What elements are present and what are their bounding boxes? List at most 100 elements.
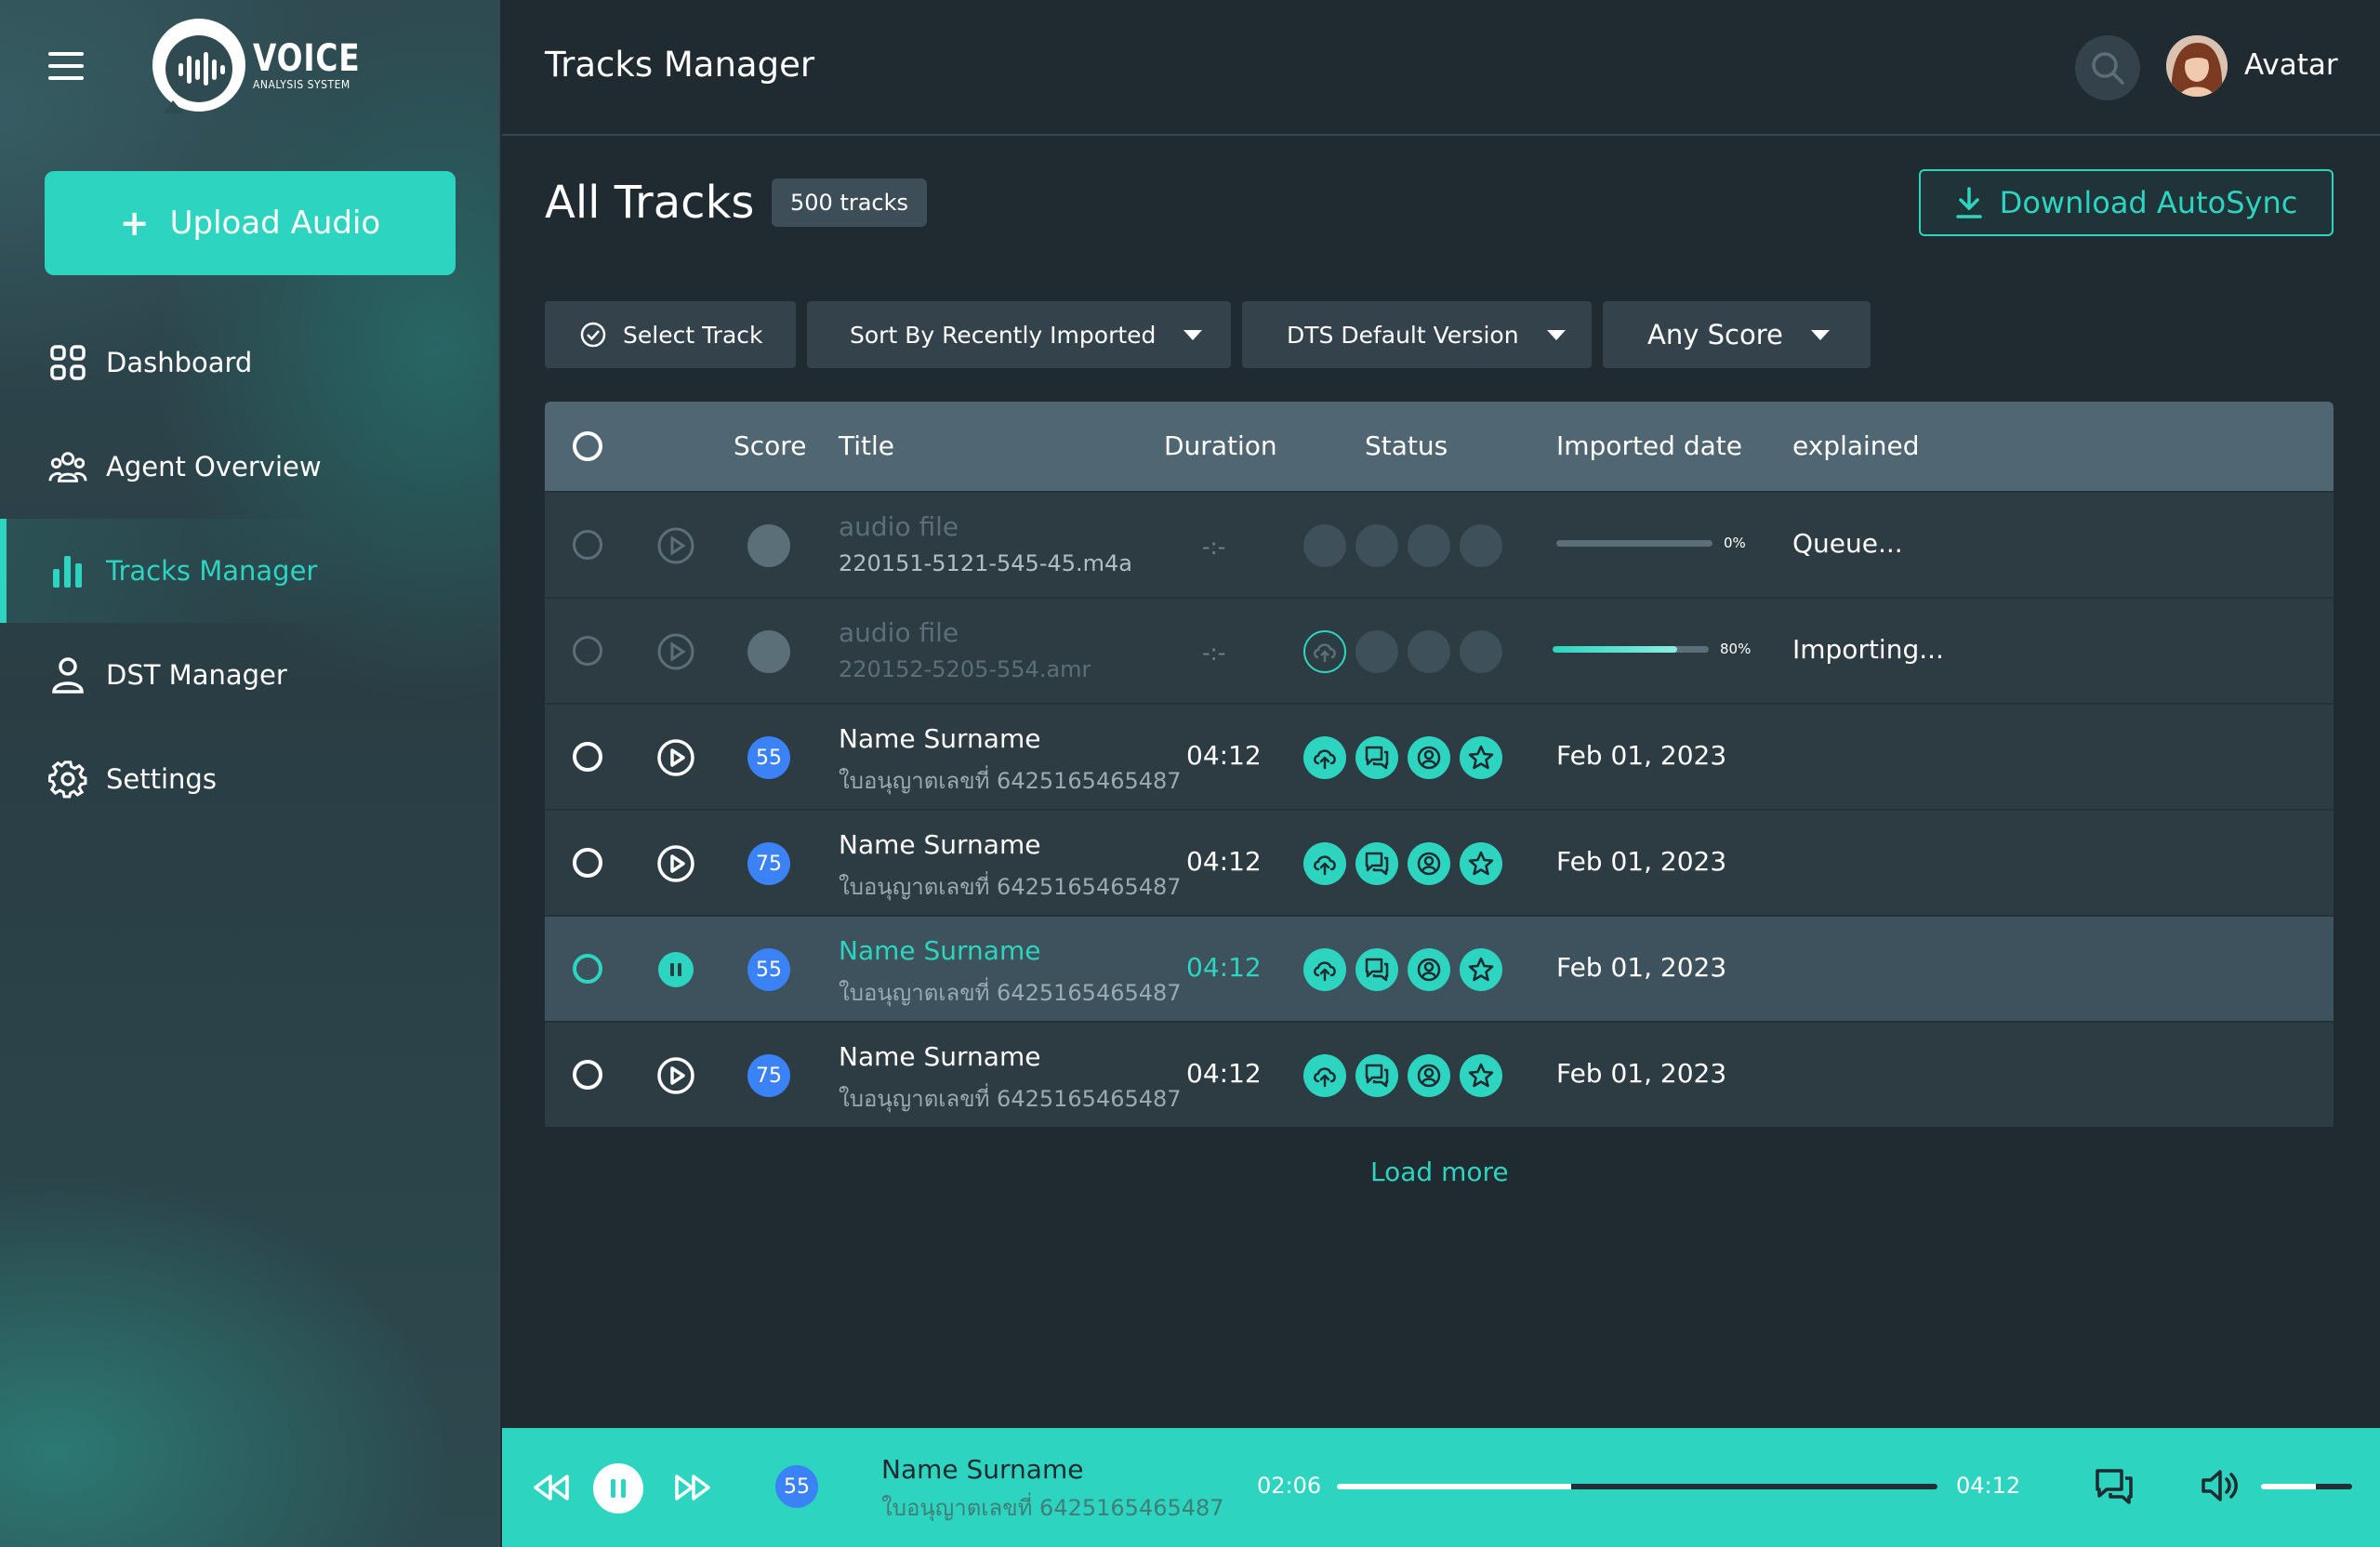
user-icon <box>48 655 87 694</box>
upload-audio-button[interactable]: + Upload Audio <box>45 171 456 275</box>
table-row[interactable]: audio file 220152-5205-554.amr -:- 80% I… <box>545 597 2334 703</box>
version-dropdown[interactable]: DTS Default Version <box>1242 301 1592 368</box>
track-duration: -:- <box>1202 534 1226 560</box>
chat-icon <box>1355 736 1398 779</box>
search-button[interactable] <box>2075 35 2140 100</box>
column-score[interactable]: Score <box>734 402 806 491</box>
table-row[interactable]: 55 Name Surname ใบอนุญาตเลขที่ 642516546… <box>545 703 2334 809</box>
row-select-radio[interactable] <box>573 954 602 984</box>
table-row[interactable]: 75 Name Surname ใบอนุญาตเลขที่ 642516546… <box>545 809 2334 915</box>
select-all-radio[interactable] <box>573 431 602 461</box>
track-duration: 04:12 <box>1186 1058 1262 1089</box>
row-select-radio[interactable] <box>573 742 602 772</box>
imported-date: Feb 01, 2023 <box>1556 740 1727 771</box>
pause-button[interactable] <box>593 1463 643 1514</box>
search-icon <box>2092 52 2124 85</box>
column-status[interactable]: Status <box>1365 402 1448 491</box>
track-duration: 04:12 <box>1186 740 1262 771</box>
player-track-subtitle: ใบอนุญาตเลขที่ 6425165465487 <box>881 1495 1224 1521</box>
score-badge: 55 <box>747 736 790 779</box>
star-icon <box>1460 842 1502 885</box>
play-icon[interactable] <box>656 526 695 565</box>
select-track-button[interactable]: Select Track <box>545 301 796 368</box>
status-icons <box>1303 630 1512 673</box>
chat-icon[interactable] <box>2094 1467 2135 1506</box>
upload-cloud-icon <box>1303 630 1346 673</box>
logo-mark-icon <box>152 19 245 113</box>
track-license: ใบอนุญาตเลขที่ 6425165465487 <box>839 980 1182 1006</box>
star-icon <box>1460 1054 1502 1097</box>
pause-icon[interactable] <box>658 952 694 987</box>
row-select-radio[interactable] <box>573 636 602 666</box>
sidebar-item-agent-overview[interactable]: Agent Overview <box>0 415 500 519</box>
sidebar-item-tracks-manager[interactable]: Tracks Manager <box>0 519 500 623</box>
sidebar-item-label: Settings <box>106 763 217 795</box>
track-duration: -:- <box>1202 640 1226 666</box>
sidebar-item-label: DST Manager <box>106 659 287 691</box>
download-icon <box>1955 187 1982 218</box>
rewind-icon[interactable] <box>532 1471 571 1504</box>
column-explained[interactable]: explained <box>1792 402 1920 491</box>
score-dropdown-label: Any Score <box>1647 319 1783 350</box>
upload-cloud-icon <box>1303 736 1346 779</box>
track-license: ใบอนุญาตเลขที่ 6425165465487 <box>839 1086 1182 1112</box>
volume-slider[interactable] <box>2261 1484 2352 1489</box>
column-title[interactable]: Title <box>839 402 894 491</box>
avatar-name[interactable]: Avatar <box>2244 48 2338 82</box>
avatar[interactable] <box>2166 35 2228 97</box>
status-icons <box>1303 736 1512 779</box>
fast-forward-icon[interactable] <box>673 1471 712 1504</box>
column-duration[interactable]: Duration <box>1164 402 1277 491</box>
menu-icon[interactable] <box>48 52 84 80</box>
table-row[interactable]: audio file 220151-5121-545-45.m4a -:- 0%… <box>545 491 2334 597</box>
agent-icon <box>1408 630 1450 673</box>
chat-icon <box>1355 948 1398 991</box>
row-select-radio[interactable] <box>573 848 602 878</box>
sort-dropdown[interactable]: Sort By Recently Imported <box>807 301 1231 368</box>
row-select-radio[interactable] <box>573 1060 602 1090</box>
sidebar-item-dashboard[interactable]: Dashboard <box>0 311 500 415</box>
player-seek-bar[interactable] <box>1337 1484 1937 1489</box>
sidebar: VOICE ANALYSIS SYSTEM + Upload Audio Das… <box>0 0 500 1547</box>
play-icon[interactable] <box>656 738 695 777</box>
import-progress: 80% <box>1553 641 1751 657</box>
upload-cloud-icon <box>1303 842 1346 885</box>
progress-fill <box>1553 645 1678 653</box>
score-badge: 75 <box>747 842 790 885</box>
sort-dropdown-label: Sort By Recently Imported <box>850 321 1157 349</box>
row-select-radio[interactable] <box>573 530 602 560</box>
score-badge <box>747 524 790 567</box>
table-row[interactable]: 55 Name Surname ใบอนุญาตเลขที่ 642516546… <box>545 915 2334 1021</box>
play-icon[interactable] <box>656 632 695 671</box>
volume-icon[interactable] <box>2200 1467 2241 1504</box>
star-icon <box>1460 948 1502 991</box>
imported-date: Feb 01, 2023 <box>1556 1058 1727 1089</box>
upload-cloud-icon <box>1303 1054 1346 1097</box>
imported-date: Feb 01, 2023 <box>1556 846 1727 877</box>
sidebar-item-label: Tracks Manager <box>106 555 318 587</box>
agent-icon <box>1408 736 1450 779</box>
play-icon[interactable] <box>656 844 695 883</box>
download-autosync-button[interactable]: Download AutoSync <box>1919 169 2334 236</box>
player-total-time: 04:12 <box>1956 1473 2021 1499</box>
status-icons <box>1303 524 1512 567</box>
check-circle-icon <box>580 322 606 348</box>
track-filename: 220151-5121-545-45.m4a <box>839 550 1133 576</box>
select-track-label: Select Track <box>623 321 763 349</box>
score-badge: 55 <box>747 948 790 991</box>
sidebar-item-label: Agent Overview <box>106 451 322 483</box>
play-icon[interactable] <box>656 1056 695 1095</box>
logo-title: VOICE <box>253 37 361 80</box>
table-row[interactable]: 75 Name Surname ใบอนุญาตเลขที่ 642516546… <box>545 1021 2334 1127</box>
score-dropdown[interactable]: Any Score <box>1603 301 1871 368</box>
chevron-down-icon <box>1546 329 1566 340</box>
sidebar-item-settings[interactable]: Settings <box>0 727 500 831</box>
chat-icon <box>1355 842 1398 885</box>
users-icon <box>48 447 87 486</box>
load-more-link[interactable]: Load more <box>1370 1157 1509 1187</box>
track-license: ใบอนุญาตเลขที่ 6425165465487 <box>839 768 1182 794</box>
sidebar-item-dst-manager[interactable]: DST Manager <box>0 623 500 727</box>
logo: VOICE ANALYSIS SYSTEM <box>151 17 384 113</box>
column-imported-date[interactable]: Imported date <box>1556 402 1742 491</box>
upload-cloud-icon <box>1303 948 1346 991</box>
